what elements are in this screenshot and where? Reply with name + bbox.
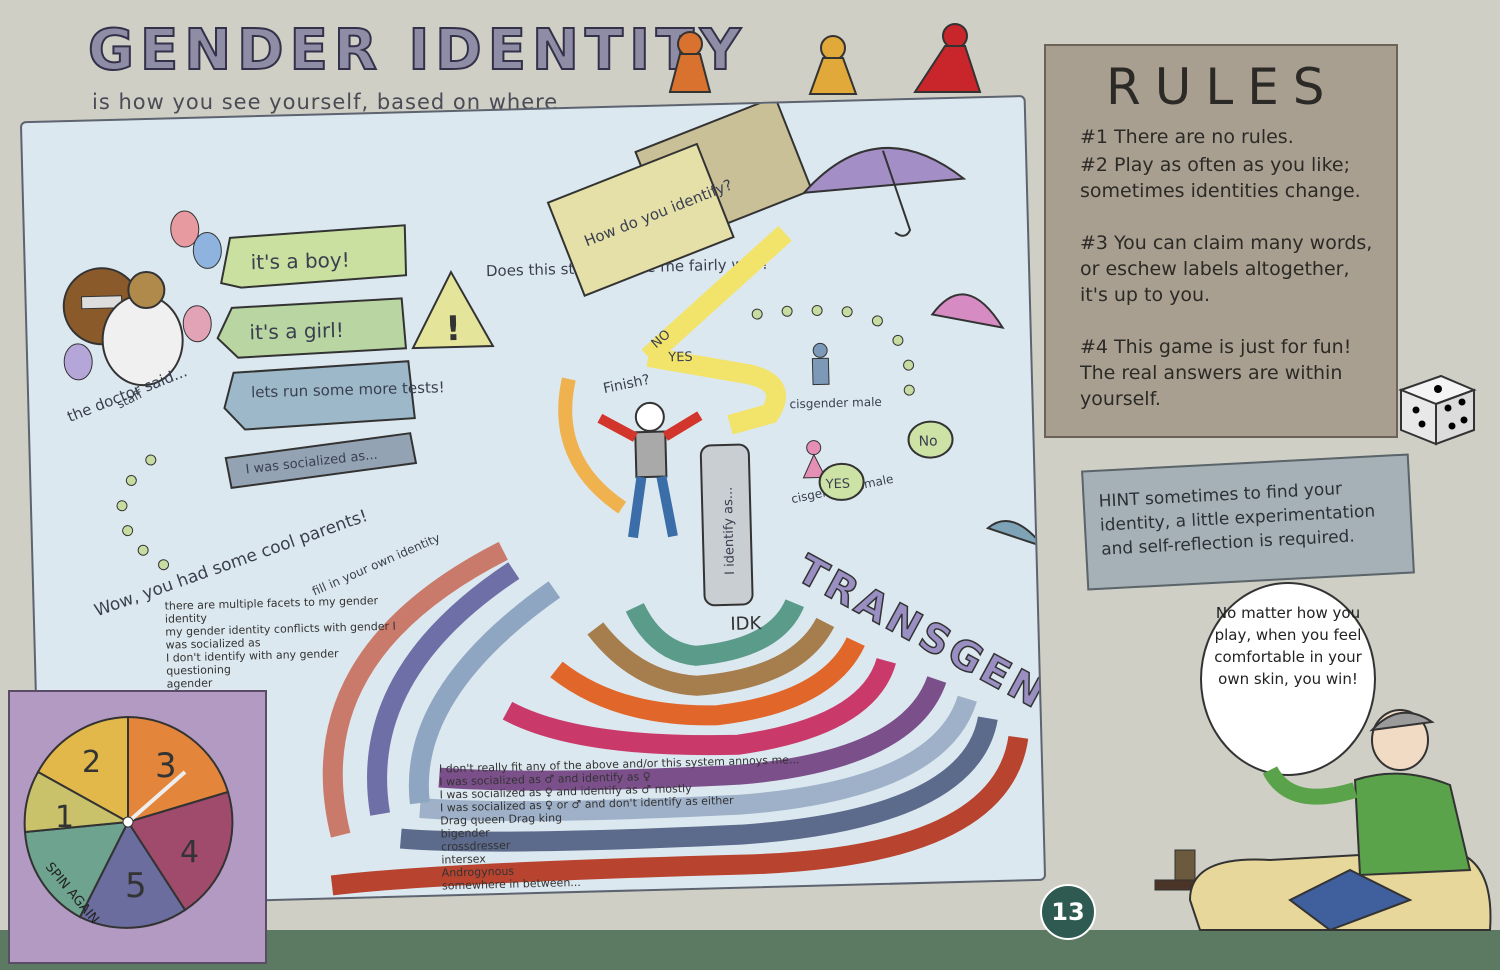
rule-item: #4 This game is just for fun! The real a… bbox=[1080, 336, 1352, 410]
yellow-pawn-icon bbox=[808, 35, 858, 95]
spinner-number-4: 4 bbox=[180, 835, 199, 870]
red-pawn-icon bbox=[913, 23, 982, 93]
spinner-number-1: 1 bbox=[55, 800, 74, 835]
cisgender-male-text: cisgender male bbox=[789, 395, 882, 411]
rule-item: #3 You can claim many words, or eschew l… bbox=[1080, 232, 1373, 306]
identify-text: I identify as... bbox=[721, 487, 738, 575]
umbrella-icon bbox=[801, 146, 967, 237]
male-figure-icon bbox=[811, 342, 830, 386]
rules-list: #1 There are no rules. #2 Play as often … bbox=[1080, 124, 1380, 424]
svg-text:!: ! bbox=[445, 309, 462, 349]
transgender-text: TRANSGENDER bbox=[789, 547, 1044, 769]
its-a-boy-text: it's a boy! bbox=[250, 248, 350, 275]
speech-text: No matter how you play, when you feel co… bbox=[1214, 604, 1362, 688]
orange-pawn-icon bbox=[668, 31, 712, 93]
spinner-number-5: 5 bbox=[125, 866, 147, 906]
no-circle-text: No bbox=[918, 433, 937, 449]
identity-arrow-labels: I don't really fit any of the above and/… bbox=[439, 749, 942, 892]
rule-item: #2 Play as often as you like; sometimes … bbox=[1080, 154, 1361, 202]
spinner-wheel[interactable]: 2 1 3 4 5 SPIN AGAIN bbox=[10, 692, 265, 962]
rules-heading: RULES bbox=[1106, 58, 1339, 116]
spinner-number-2: 2 bbox=[82, 745, 101, 780]
small-umbrella-icon bbox=[930, 293, 1005, 330]
drink-glass-icon bbox=[1174, 849, 1196, 881]
page-number: 13 bbox=[1040, 884, 1096, 940]
yes-label: YES bbox=[667, 350, 693, 366]
hint-box: HINT sometimes to find your identity, a … bbox=[1081, 453, 1415, 591]
finish-figure-icon bbox=[597, 401, 703, 539]
idk-text: IDK bbox=[730, 613, 763, 635]
rule-item: #1 There are no rules. bbox=[1080, 126, 1294, 148]
game-pawns bbox=[668, 23, 982, 95]
fill-in-text: fill in your own identity bbox=[310, 531, 442, 599]
dice-icon bbox=[1398, 374, 1477, 446]
yes-circle-text: YES bbox=[824, 477, 850, 493]
page-title: GENDER IDENTITY bbox=[87, 17, 747, 84]
finish-text: Finish? bbox=[602, 372, 652, 397]
umbrella-closed-icon bbox=[985, 519, 1045, 549]
spinner-number-3: 3 bbox=[155, 746, 177, 786]
hint-text: HINT sometimes to find your identity, a … bbox=[1098, 479, 1376, 560]
spinner-board: 2 1 3 4 5 SPIN AGAIN bbox=[8, 690, 267, 964]
man-on-couch-illustration bbox=[1154, 709, 1492, 932]
finish-arrow-left bbox=[558, 377, 627, 514]
its-a-girl-text: it's a girl! bbox=[249, 318, 344, 344]
more-tests-text: lets run some more tests! bbox=[251, 378, 445, 401]
